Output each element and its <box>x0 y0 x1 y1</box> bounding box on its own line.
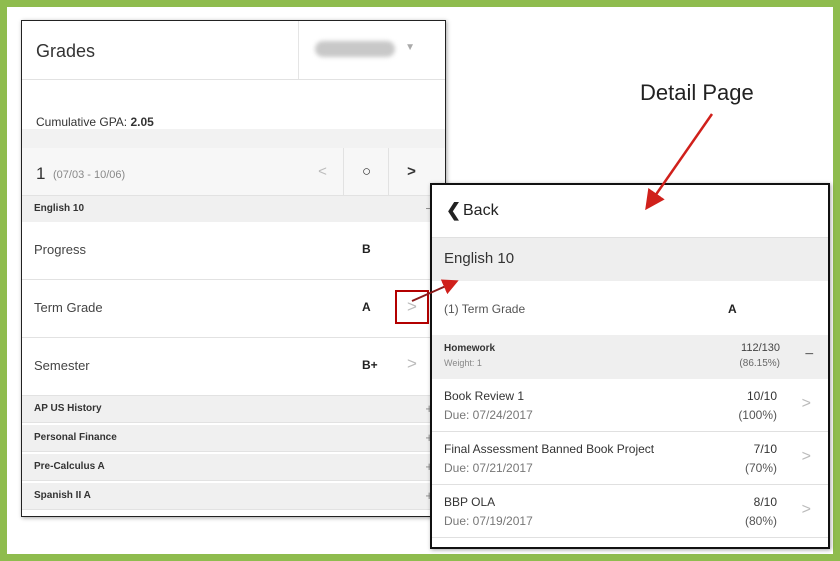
detail-course-name: English 10 <box>444 250 515 267</box>
detail-course-header: English 10 <box>432 237 828 283</box>
assignment-row[interactable]: Book Review 1 Due: 07/24/2017 10/10 (100… <box>432 379 828 432</box>
annotation-label: Detail Page <box>640 80 754 105</box>
chevron-left-icon: ❮ <box>446 200 462 220</box>
assignment-name: Final Assessment Banned Book Project <box>444 442 655 456</box>
assignment-percent: (100%) <box>738 408 777 422</box>
grade-row-term-grade[interactable]: Term Grade A > <box>22 280 445 338</box>
prev-term-button[interactable]: < <box>300 148 345 195</box>
grade-row-progress: Progress B <box>22 222 445 280</box>
back-label: Back <box>463 202 499 219</box>
chevron-right-icon[interactable]: > <box>395 290 429 324</box>
assignment-row[interactable]: BBP OLA Due: 07/19/2017 8/10 (80%) > <box>432 485 828 538</box>
detail-term-grade-row: (1) Term Grade A <box>432 281 828 336</box>
chevron-right-icon: > <box>801 501 811 518</box>
category-percent: (86.15%) <box>739 358 780 369</box>
grade-value: A <box>362 300 371 314</box>
course-header-spanish-ii-a[interactable]: Spanish II A + <box>22 483 445 510</box>
back-button[interactable]: ❮ Back <box>432 185 828 237</box>
assignment-due: Due: 07/24/2017 <box>444 408 533 422</box>
category-header-homework[interactable]: Homework Weight: 1 112/130 (86.15%) − <box>432 335 828 380</box>
category-name: Homework <box>444 343 496 354</box>
assignment-due: Due: 07/19/2017 <box>444 514 533 528</box>
term-dates: (07/03 - 10/06) <box>53 169 126 181</box>
chevron-right-icon: > <box>801 448 811 465</box>
gpa-value: 2.05 <box>130 115 154 129</box>
chevron-right-icon: > <box>801 395 811 412</box>
assignment-name: Book Review 1 <box>444 389 525 403</box>
grade-value: B+ <box>362 358 378 372</box>
grade-row-semester[interactable]: Semester B+ > <box>22 338 445 396</box>
term-grade-value: A <box>728 302 737 316</box>
course-name: AP US History <box>34 403 102 414</box>
cumulative-gpa: Cumulative GPA: 2.05 <box>36 115 154 129</box>
course-name: Spanish II A <box>34 490 91 501</box>
chevron-right-icon: > <box>407 163 416 180</box>
course-header-personal-finance[interactable]: Personal Finance + <box>22 425 445 452</box>
assignment-score: 10/10 <box>746 389 777 403</box>
category-weight: Weight: 1 <box>444 358 482 368</box>
assignment-percent: (80%) <box>744 514 777 528</box>
chevron-left-icon: < <box>318 163 327 180</box>
page-title: Grades <box>36 41 96 61</box>
detail-panel: ❮ Back English 10 (1) Term Grade A Homew… <box>430 183 830 549</box>
assignment-percent: (70%) <box>744 461 777 475</box>
term-number: 1 <box>36 164 46 183</box>
course-header-english-10[interactable]: English 10 − <box>22 196 445 223</box>
grade-row-label: Term Grade <box>34 300 103 315</box>
grades-header: Grades ▼ <box>22 21 445 80</box>
assignment-row[interactable]: Final Assessment Banned Book Project Due… <box>432 432 828 485</box>
course-name: English 10 <box>34 203 85 214</box>
circle-icon: ○ <box>361 163 372 180</box>
student-select-value <box>315 41 395 57</box>
gpa-label: Cumulative GPA: <box>36 115 128 129</box>
course-name: Personal Finance <box>34 432 117 443</box>
current-term-button[interactable]: ○ <box>343 148 389 195</box>
student-select[interactable]: ▼ <box>298 21 427 79</box>
course-name: Pre-Calculus A <box>34 461 105 472</box>
term-selector: 1 (07/03 - 10/06) < ○ > <box>22 148 445 196</box>
collapse-icon: − <box>804 346 814 363</box>
grade-value: B <box>362 242 371 256</box>
chevron-right-icon: > <box>407 354 417 373</box>
grades-panel: Grades ▼ Cumulative GPA: 2.05 1 (07/03 -… <box>21 20 446 517</box>
assignment-due: Due: 07/21/2017 <box>444 461 533 475</box>
next-term-button[interactable]: > <box>388 148 434 195</box>
assignment-name: BBP OLA <box>444 495 496 509</box>
course-header-pre-calculus-a[interactable]: Pre-Calculus A + <box>22 454 445 481</box>
term-grade-label: (1) Term Grade <box>444 302 526 316</box>
chevron-down-icon: ▼ <box>405 42 415 53</box>
assignment-score: 7/10 <box>753 442 777 456</box>
category-score: 112/130 <box>741 342 780 354</box>
assignment-score: 8/10 <box>753 495 777 509</box>
grade-row-label: Semester <box>34 358 90 373</box>
course-header-ap-us-history[interactable]: AP US History + <box>22 396 445 423</box>
grade-row-label: Progress <box>34 242 87 257</box>
